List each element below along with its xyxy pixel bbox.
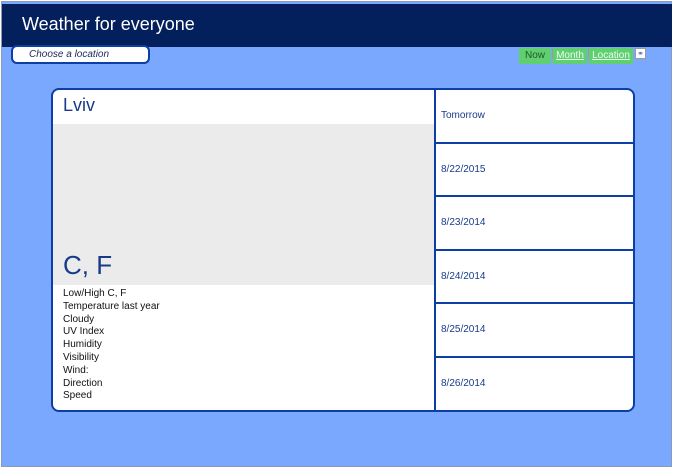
- detail-speed: Speed: [63, 390, 92, 402]
- weather-details: Low/High C, F Temperature last year Clou…: [63, 288, 160, 403]
- city-name: Lviv: [63, 95, 96, 115]
- detail-low-high: Low/High C, F: [63, 288, 127, 299]
- location-input[interactable]: Choose a location: [11, 45, 150, 64]
- now-button[interactable]: Now: [519, 48, 551, 64]
- forecast-day[interactable]: 8/22/2015: [436, 144, 633, 197]
- forecast-day[interactable]: 8/26/2014: [436, 358, 633, 411]
- detail-wind: Wind:: [63, 364, 89, 376]
- forecast-day[interactable]: 8/24/2014: [436, 251, 633, 304]
- current-temperature: C, F: [63, 250, 113, 280]
- app-title: Weather for everyone: [22, 14, 195, 34]
- location-link[interactable]: Location: [589, 48, 633, 64]
- detail-direction: Direction: [63, 377, 103, 389]
- forecast-day-tomorrow[interactable]: Tomorrow: [436, 90, 633, 144]
- detail-humidity: Humidity: [63, 339, 102, 351]
- forecast-day[interactable]: 8/23/2014: [436, 197, 633, 251]
- detail-temperature-last-year: Temperature last year: [63, 300, 160, 312]
- link-icon: ⚭: [635, 48, 646, 59]
- detail-uv-index: UV Index: [63, 326, 105, 338]
- forecast-list: Tomorrow 8/22/2015 8/23/2014 8/24/2014 8…: [434, 90, 633, 411]
- detail-condition: Cloudy: [63, 313, 95, 325]
- weather-panel: Lviv C, F Low/High C, F Temperature last…: [51, 88, 635, 412]
- header-bar: Weather for everyone: [2, 4, 672, 47]
- forecast-day[interactable]: 8/25/2014: [436, 304, 633, 358]
- detail-visibility: Visibility: [63, 351, 99, 363]
- month-link[interactable]: Month: [553, 48, 587, 64]
